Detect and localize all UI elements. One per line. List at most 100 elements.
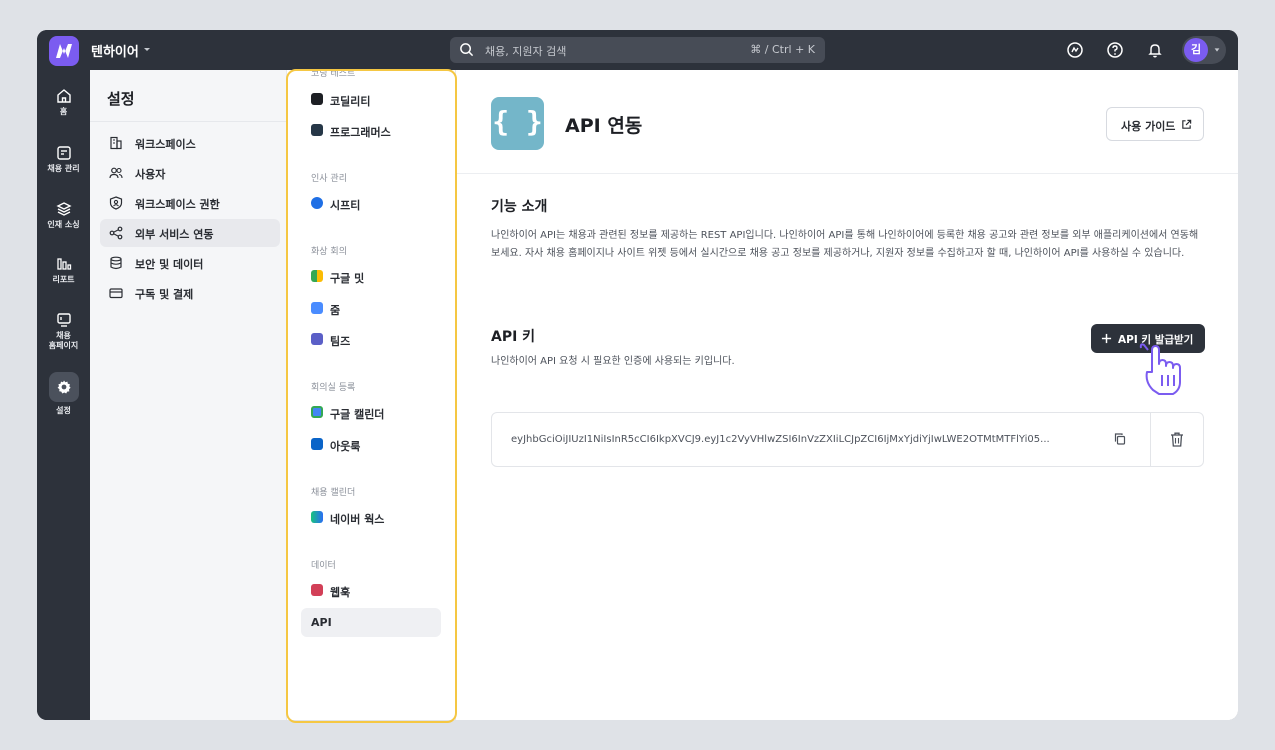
integration-item-codility[interactable]: 코딜리티 bbox=[301, 85, 441, 114]
integration-item-google-calendar[interactable]: 구글 캘린더 bbox=[301, 398, 441, 427]
teams-icon bbox=[311, 333, 323, 345]
integration-item-zoom[interactable]: 줌 bbox=[301, 294, 441, 323]
left-rail: 홈 채용 관리 인재 소싱 리포트 채용 홈페이지 설정 bbox=[37, 70, 90, 720]
api-key-row: eyJhbGciOiJIUzI1NiIsInR5cCI6IkpXVCJ9.eyJ… bbox=[491, 412, 1204, 467]
external-link-icon bbox=[1182, 119, 1192, 129]
integration-item-webhook[interactable]: 웹훅 bbox=[301, 576, 441, 605]
integration-item-outlook[interactable]: 아웃룩 bbox=[301, 430, 441, 459]
group-label-video: 화상 회의 bbox=[311, 247, 347, 257]
app-window: 텐하이어 채용, 지원자 검색 ⌘ / Ctrl + K 김 홈 채용 관리 인… bbox=[37, 30, 1238, 720]
integration-label: 아웃룩 bbox=[330, 440, 361, 453]
home-icon bbox=[56, 89, 71, 103]
integration-label: 코딜리티 bbox=[330, 95, 371, 108]
group-label-coding: 코딩 테스트 bbox=[311, 70, 356, 79]
integration-item-shiftee[interactable]: 시프티 bbox=[301, 189, 441, 218]
rail-label: 설정 bbox=[56, 406, 71, 415]
page-title: API 연동 bbox=[565, 115, 643, 137]
settings-item-workspace[interactable]: 워크스페이스 bbox=[100, 129, 280, 157]
integration-list: 코딩 테스트 코딜리티 프로그래머스 인사 관리 시프티 화상 회의 구글 밋 bbox=[287, 70, 456, 720]
rail-label: 채용 bbox=[56, 331, 71, 340]
integration-label: 구글 밋 bbox=[330, 272, 365, 285]
divider bbox=[90, 121, 287, 122]
trash-icon[interactable] bbox=[1170, 432, 1184, 447]
integration-label: 팀즈 bbox=[330, 335, 351, 348]
integration-item-google-meet[interactable]: 구글 밋 bbox=[301, 262, 441, 291]
screen-frame: 텐하이어 채용, 지원자 검색 ⌘ / Ctrl + K 김 홈 채용 관리 인… bbox=[0, 0, 1275, 750]
users-icon bbox=[109, 167, 123, 179]
rail-label: 채용 관리 bbox=[47, 164, 80, 173]
rail-item-home[interactable]: 홈 bbox=[37, 88, 90, 117]
usage-guide-button[interactable]: 사용 가이드 bbox=[1106, 107, 1204, 141]
shield-user-icon bbox=[109, 196, 123, 210]
search-placeholder: 채용, 지원자 검색 bbox=[485, 45, 567, 58]
hand-cursor-icon bbox=[1139, 343, 1181, 395]
card-icon bbox=[109, 288, 123, 299]
integration-item-naver-works[interactable]: 네이버 웍스 bbox=[301, 503, 441, 532]
group-label-calendar: 채용 캘린더 bbox=[311, 488, 356, 498]
api-key-value: eyJhbGciOiJIUzI1NiIsInR5cCI6IkpXVCJ9.eyJ… bbox=[511, 434, 1050, 445]
group-label-room: 회의실 등록 bbox=[311, 383, 356, 393]
help-icon[interactable] bbox=[1106, 41, 1124, 59]
integration-label: 네이버 웍스 bbox=[330, 513, 385, 526]
integration-label: 줌 bbox=[330, 304, 341, 317]
settings-item-integrations[interactable]: 외부 서비스 연동 bbox=[100, 219, 280, 247]
app-logo-icon[interactable] bbox=[49, 36, 79, 66]
integration-item-teams[interactable]: 팀즈 bbox=[301, 325, 441, 354]
google-meet-icon bbox=[311, 270, 323, 282]
bell-icon[interactable] bbox=[1146, 41, 1164, 59]
content-area: 설정 워크스페이스 사용자 워크스페이스 권한 외부 서비스 연동 보안 및 데… bbox=[90, 70, 1238, 720]
avatar: 김 bbox=[1184, 38, 1208, 62]
usage-guide-label: 사용 가이드 bbox=[1121, 120, 1176, 133]
building-icon bbox=[110, 136, 122, 150]
programmers-icon bbox=[311, 124, 323, 136]
integration-item-programmers[interactable]: 프로그래머스 bbox=[301, 116, 441, 145]
shiftee-icon bbox=[311, 197, 323, 209]
integration-label: 프로그래머스 bbox=[330, 126, 391, 139]
search-input[interactable]: 채용, 지원자 검색 ⌘ / Ctrl + K bbox=[450, 37, 825, 63]
webhook-icon bbox=[311, 584, 323, 596]
divider bbox=[1150, 413, 1151, 466]
rail-item-report[interactable]: 리포트 bbox=[37, 256, 90, 285]
plus-icon bbox=[1101, 333, 1112, 344]
settings-item-permissions[interactable]: 워크스페이스 권한 bbox=[100, 189, 280, 217]
layers-icon bbox=[55, 202, 72, 216]
rail-item-recruit[interactable]: 채용 관리 bbox=[37, 145, 90, 174]
group-label-data: 데이터 bbox=[311, 561, 336, 571]
rail-item-settings[interactable]: 설정 bbox=[37, 372, 90, 416]
settings-item-billing[interactable]: 구독 및 결제 bbox=[100, 279, 280, 307]
integration-label: 웹훅 bbox=[330, 586, 351, 599]
recruit-icon bbox=[56, 146, 71, 160]
settings-item-label: 구독 및 결제 bbox=[135, 288, 194, 301]
settings-item-label: 워크스페이스 bbox=[135, 138, 196, 151]
settings-item-label: 보안 및 데이터 bbox=[135, 258, 204, 271]
user-menu[interactable]: 김 bbox=[1182, 36, 1226, 64]
settings-item-security[interactable]: 보안 및 데이터 bbox=[100, 249, 280, 277]
codility-icon bbox=[311, 93, 323, 105]
monitor-icon bbox=[56, 313, 71, 327]
rail-label: 리포트 bbox=[52, 275, 75, 284]
chevron-down-icon[interactable] bbox=[142, 44, 152, 54]
rail-label-2: 홈페이지 bbox=[48, 341, 79, 350]
group-label-hr: 인사 관리 bbox=[311, 174, 347, 184]
zoom-icon bbox=[311, 302, 323, 314]
settings-item-users[interactable]: 사용자 bbox=[100, 159, 280, 187]
rail-item-sourcing[interactable]: 인재 소싱 bbox=[37, 201, 90, 230]
chevron-down-icon bbox=[1214, 48, 1220, 52]
database-icon bbox=[110, 256, 122, 270]
rail-label: 홈 bbox=[59, 107, 68, 116]
settings-item-label: 외부 서비스 연동 bbox=[135, 228, 214, 241]
google-calendar-icon bbox=[311, 406, 323, 418]
api-logo-icon: { } bbox=[491, 97, 544, 150]
naver-works-icon bbox=[311, 511, 323, 523]
api-panel: { } API 연동 사용 가이드 기능 소개 나인하이어 API는 채용과 관… bbox=[456, 70, 1238, 720]
workspace-name[interactable]: 텐하이어 bbox=[91, 41, 139, 60]
settings-sidebar: 설정 워크스페이스 사용자 워크스페이스 권한 외부 서비스 연동 보안 및 데… bbox=[90, 70, 287, 720]
api-key-title: API 키 bbox=[491, 329, 536, 345]
divider bbox=[456, 173, 1238, 174]
settings-item-label: 워크스페이스 권한 bbox=[135, 198, 220, 211]
integration-item-api[interactable]: API bbox=[301, 608, 441, 637]
copy-icon[interactable] bbox=[1114, 433, 1126, 445]
search-shortcut: ⌘ / Ctrl + K bbox=[750, 43, 815, 56]
rail-item-career-site[interactable]: 채용 홈페이지 bbox=[37, 312, 90, 351]
chat-icon[interactable] bbox=[1066, 41, 1084, 59]
